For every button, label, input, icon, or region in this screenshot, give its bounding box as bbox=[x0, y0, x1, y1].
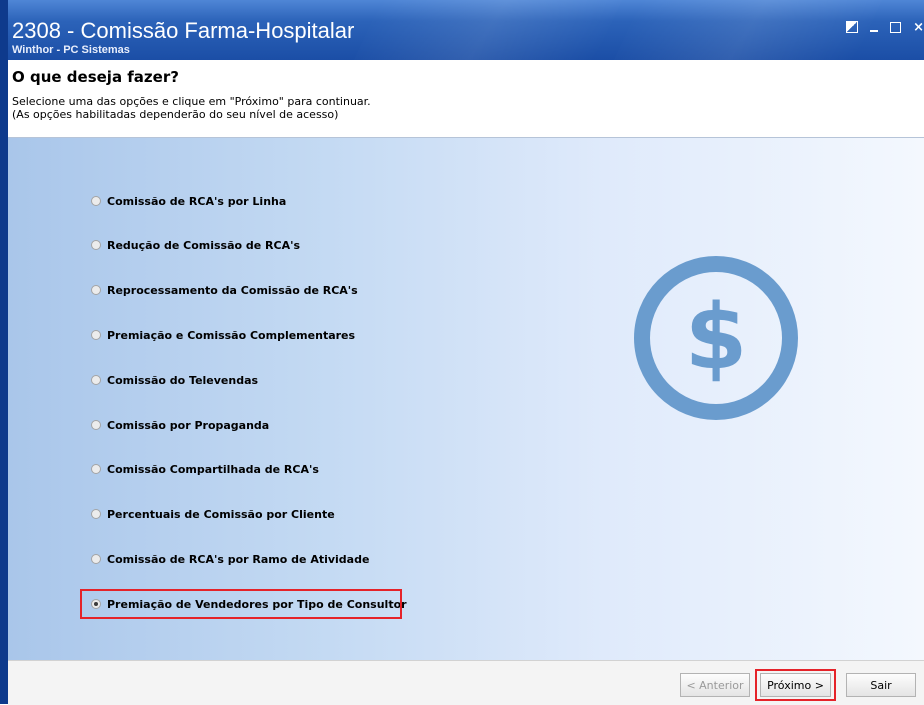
radio-button[interactable] bbox=[91, 375, 101, 385]
window-subtitle: Winthor - PC Sistemas bbox=[12, 44, 130, 56]
option-percentuais-cliente[interactable]: Percentuais de Comissão por Cliente bbox=[91, 505, 335, 523]
radio-button[interactable] bbox=[91, 464, 101, 474]
page-description: Selecione uma das opções e clique em "Pr… bbox=[12, 95, 371, 121]
wizard-footer: < Anterior Próximo > Sair bbox=[8, 660, 924, 705]
option-label: Comissão do Televendas bbox=[107, 373, 259, 387]
minimize-icon[interactable] bbox=[870, 30, 879, 32]
option-propaganda[interactable]: Comissão por Propaganda bbox=[91, 416, 269, 434]
wizard-header: O que deseja fazer? Selecione uma das op… bbox=[8, 60, 924, 138]
titlebar-decoration bbox=[614, 0, 882, 60]
option-reducao-comissao[interactable]: Redução de Comissão de RCA's bbox=[91, 236, 300, 254]
option-compartilhada[interactable]: Comissão Compartilhada de RCA's bbox=[91, 460, 319, 478]
radio-button[interactable] bbox=[91, 240, 101, 250]
radio-button[interactable] bbox=[91, 420, 101, 430]
radio-button[interactable] bbox=[91, 509, 101, 519]
option-label: Comissão de RCA's por Linha bbox=[107, 194, 287, 208]
window-controls: × bbox=[846, 18, 924, 36]
close-icon[interactable]: × bbox=[913, 20, 924, 35]
option-comissao-rca-linha[interactable]: Comissão de RCA's por Linha bbox=[91, 192, 286, 210]
radio-button[interactable] bbox=[91, 330, 101, 340]
option-label: Comissão Compartilhada de RCA's bbox=[107, 462, 319, 476]
exit-button[interactable]: Sair bbox=[846, 673, 916, 697]
page-title: O que deseja fazer? bbox=[12, 68, 179, 86]
restore-icon[interactable] bbox=[846, 21, 859, 33]
option-label: Comissão por Propaganda bbox=[107, 418, 270, 432]
title-bar[interactable]: 2308 - Comissão Farma-Hospitalar Winthor… bbox=[8, 0, 924, 60]
option-ramo-atividade[interactable]: Comissão de RCA's por Ramo de Atividade bbox=[91, 550, 369, 568]
radio-button[interactable] bbox=[91, 196, 101, 206]
window-title: 2308 - Comissão Farma-Hospitalar bbox=[12, 18, 355, 43]
description-line: (As opções habilitadas dependerão do seu… bbox=[12, 108, 339, 121]
option-label: Reprocessamento da Comissão de RCA's bbox=[107, 283, 358, 297]
option-label: Premiação e Comissão Complementares bbox=[107, 328, 356, 342]
option-label: Comissão de RCA's por Ramo de Atividade bbox=[107, 552, 370, 566]
option-label: Redução de Comissão de RCA's bbox=[107, 238, 301, 252]
dollar-sign-glyph: $ bbox=[684, 285, 748, 390]
titlebar-decoration bbox=[354, 0, 622, 60]
option-premiacao-complementares[interactable]: Premiação e Comissão Complementares bbox=[91, 326, 355, 344]
option-reprocessamento[interactable]: Reprocessamento da Comissão de RCA's bbox=[91, 281, 358, 299]
option-label: Percentuais de Comissão por Cliente bbox=[107, 507, 335, 521]
back-button[interactable]: < Anterior bbox=[680, 673, 750, 697]
maximize-icon[interactable] bbox=[890, 21, 902, 33]
radio-button[interactable] bbox=[91, 554, 101, 564]
radio-button[interactable] bbox=[91, 285, 101, 295]
selection-highlight-box bbox=[80, 589, 402, 619]
option-televendas[interactable]: Comissão do Televendas bbox=[91, 371, 258, 389]
description-line: Selecione uma das opções e clique em "Pr… bbox=[12, 95, 371, 108]
dollar-coin-icon: $ bbox=[634, 256, 798, 420]
next-button-highlight bbox=[755, 669, 836, 701]
options-panel: Comissão de RCA's por Linha Redução de C… bbox=[8, 138, 924, 660]
